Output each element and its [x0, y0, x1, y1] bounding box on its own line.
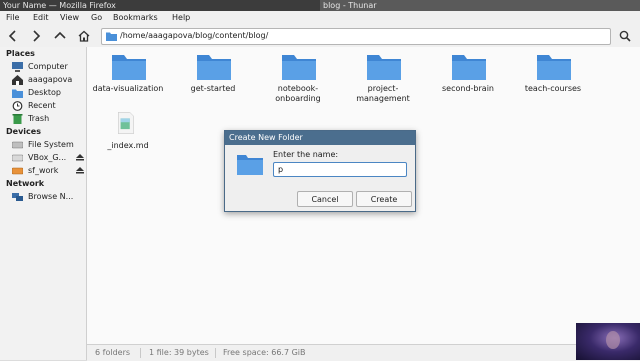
sidebar-item-vbox[interactable]: VBox_G... [12, 152, 86, 164]
sidebar-item-desktop[interactable]: Desktop [12, 87, 86, 99]
taskbar-window-label: blog - Thunar [323, 1, 377, 10]
file-name: get-started [190, 84, 236, 93]
taskbar-window-firefox[interactable]: Your Name — Mozilla Firefox [0, 0, 318, 11]
clock-icon [12, 101, 23, 111]
sidebar-item-label: sf_work [28, 166, 59, 175]
markdown-file-icon [118, 112, 134, 134]
file-name: data-visualization [92, 84, 164, 93]
search-button[interactable] [617, 28, 633, 44]
places-header: Places [6, 49, 35, 58]
status-free-space: Free space: 66.7 GiB [223, 348, 306, 357]
toolbar: /home/aaagapova/blog/content/blog/ [0, 25, 640, 48]
chevron-up-icon [54, 31, 66, 39]
sidebar-item-file-system[interactable]: File System [12, 139, 86, 151]
home-icon [12, 75, 23, 85]
location-path: /home/aaagapova/blog/content/blog/ [120, 31, 269, 40]
taskbar-window-thunar[interactable]: blog - Thunar [320, 0, 640, 11]
menu-help[interactable]: Help [172, 13, 190, 22]
drive-icon [12, 167, 23, 175]
trash-icon [12, 114, 23, 124]
folder-icon [106, 32, 117, 41]
drive-icon [12, 141, 23, 149]
sidebar: Places Computer aaagapova Desktop Recent… [0, 47, 87, 360]
status-bar: 6 folders 1 file: 39 bytes Free space: 6… [87, 344, 640, 361]
webcam-person [606, 331, 620, 349]
file-item[interactable]: _index.md [88, 109, 168, 169]
webcam-overlay [576, 323, 640, 360]
folder-icon [537, 55, 571, 80]
folder-item[interactable]: notebook-onboarding [258, 52, 338, 112]
sidebar-item-label: Browse N... [28, 192, 74, 201]
menu-view[interactable]: View [60, 13, 79, 22]
folder-icon [367, 55, 401, 80]
menu-go[interactable]: Go [91, 13, 102, 22]
folder-icon [197, 55, 231, 80]
sidebar-item-label: Trash [28, 114, 50, 123]
file-name: second-brain [442, 84, 494, 93]
dialog-title: Create New Folder [225, 131, 415, 145]
menu-bookmarks[interactable]: Bookmarks [113, 13, 158, 22]
forward-button[interactable] [28, 28, 44, 44]
status-divider [215, 348, 216, 358]
home-button[interactable] [76, 28, 92, 44]
folder-item[interactable]: get-started [173, 52, 253, 112]
sidebar-item-label: VBox_G... [28, 153, 67, 162]
back-button[interactable] [5, 28, 21, 44]
menu-edit[interactable]: Edit [33, 13, 49, 22]
status-folders: 6 folders [95, 348, 131, 357]
folder-item[interactable]: data-visualization [88, 52, 168, 112]
menu-file[interactable]: File [6, 13, 19, 22]
cancel-button[interactable]: Cancel [297, 191, 353, 207]
create-button[interactable]: Create [356, 191, 412, 207]
file-name: project-management [356, 84, 410, 103]
folder-item[interactable]: teach-courses [513, 52, 593, 112]
file-name: teach-courses [524, 84, 582, 93]
sidebar-item-label: Computer [28, 62, 68, 71]
home-icon [78, 30, 90, 42]
top-panel: Your Name — Mozilla Firefox blog - Thuna… [0, 0, 640, 11]
drive-icon [12, 154, 23, 162]
create-folder-dialog: Create New Folder Enter the name: Cancel… [224, 130, 416, 212]
file-name: _index.md [107, 141, 149, 150]
dialog-label: Enter the name: [273, 150, 339, 159]
sidebar-item-sf-work[interactable]: sf_work [12, 165, 86, 177]
sidebar-item-label: File System [28, 140, 74, 149]
sidebar-item-label: Recent [28, 101, 56, 110]
desktop-icon [12, 89, 23, 98]
file-name: notebook-onboarding [275, 84, 321, 103]
sidebar-item-trash[interactable]: Trash [12, 113, 86, 125]
computer-icon [12, 62, 23, 72]
status-files: 1 file: 39 bytes [149, 348, 209, 357]
folder-item[interactable]: second-brain [428, 52, 508, 112]
sidebar-item-browse-network[interactable]: Browse N... [12, 191, 86, 203]
folder-icon [452, 55, 486, 80]
folder-name-input[interactable] [273, 162, 407, 177]
folder-icon [237, 155, 263, 175]
taskbar-window-label: Your Name — Mozilla Firefox [3, 1, 116, 10]
eject-icon[interactable] [76, 166, 84, 174]
location-bar[interactable]: /home/aaagapova/blog/content/blog/ [101, 28, 611, 45]
network-header: Network [6, 179, 45, 188]
sidebar-item-computer[interactable]: Computer [12, 61, 86, 73]
sidebar-item-home[interactable]: aaagapova [12, 74, 86, 86]
status-divider [140, 348, 141, 358]
search-icon [619, 30, 631, 42]
folder-icon [112, 55, 146, 80]
folder-item[interactable]: project-management [343, 52, 423, 112]
chevron-left-icon [8, 30, 16, 42]
chevron-right-icon [33, 30, 41, 42]
eject-icon[interactable] [76, 153, 84, 161]
sidebar-item-label: Desktop [28, 88, 61, 97]
up-button[interactable] [52, 28, 68, 44]
network-icon [12, 193, 23, 201]
folder-icon [282, 55, 316, 80]
sidebar-item-recent[interactable]: Recent [12, 100, 86, 112]
devices-header: Devices [6, 127, 41, 136]
sidebar-item-label: aaagapova [28, 75, 73, 84]
menubar: File Edit View Go Bookmarks Help [0, 11, 640, 26]
